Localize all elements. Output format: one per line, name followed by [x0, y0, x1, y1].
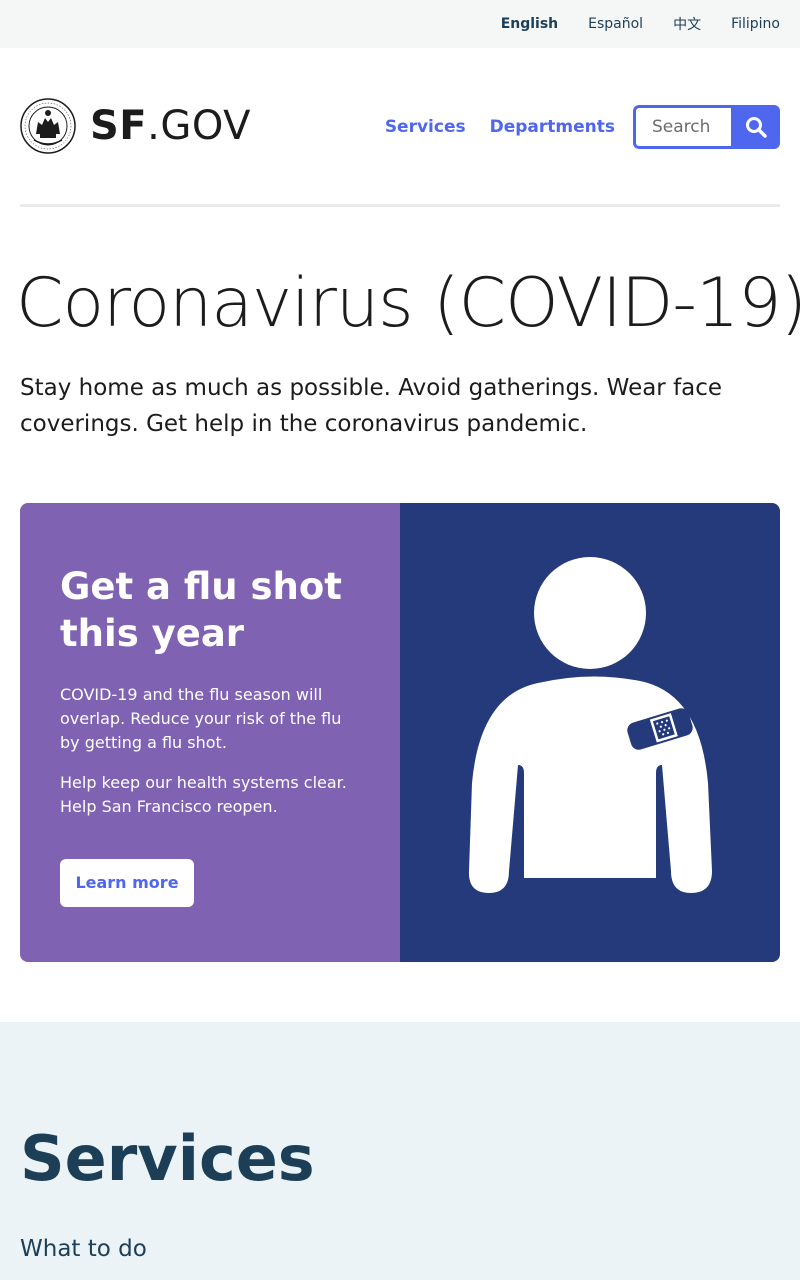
lang-english[interactable]: English	[501, 16, 558, 32]
page-title: Coronavirus (COVID-19)	[16, 264, 800, 343]
search-form	[633, 105, 780, 149]
nav-departments[interactable]: Departments	[490, 117, 615, 137]
search-input[interactable]	[633, 105, 731, 149]
home-logo-link[interactable]: SF.GOV	[20, 98, 251, 154]
site-header: SF.GOV Services Departments	[0, 48, 800, 206]
search-button[interactable]	[731, 105, 780, 149]
site-brand: SF.GOV	[90, 103, 251, 149]
main-nav: Services Departments	[385, 105, 780, 149]
services-heading: Services	[20, 1122, 315, 1195]
services-subheading: What to do	[20, 1236, 147, 1262]
nav-services[interactable]: Services	[385, 117, 466, 137]
feature-heading: Get a flu shot this year	[60, 565, 342, 655]
lang-espanol[interactable]: Español	[588, 16, 643, 32]
search-icon	[745, 117, 767, 138]
learn-more-button[interactable]: Learn more	[60, 859, 194, 907]
header-divider	[20, 204, 780, 207]
language-bar: English Español 中文 Filipino	[0, 0, 800, 48]
feature-illustration-panel	[400, 503, 780, 962]
feature-paragraph-1: COVID-19 and the flu season will overlap…	[60, 685, 342, 752]
feature-paragraph-2: Help keep our health systems clear. Help…	[60, 773, 347, 816]
page-intro: Stay home as much as possible. Avoid gat…	[20, 375, 723, 437]
feature-text-panel: Get a flu shot this year COVID-19 and th…	[20, 503, 400, 962]
city-seal-icon	[20, 98, 76, 154]
lang-chinese[interactable]: 中文	[673, 14, 701, 34]
vaccinated-person-icon	[468, 557, 712, 893]
services-section: Services What to do	[0, 1022, 800, 1280]
lang-filipino[interactable]: Filipino	[731, 16, 780, 32]
flu-shot-feature-card: Get a flu shot this year COVID-19 and th…	[20, 503, 780, 962]
